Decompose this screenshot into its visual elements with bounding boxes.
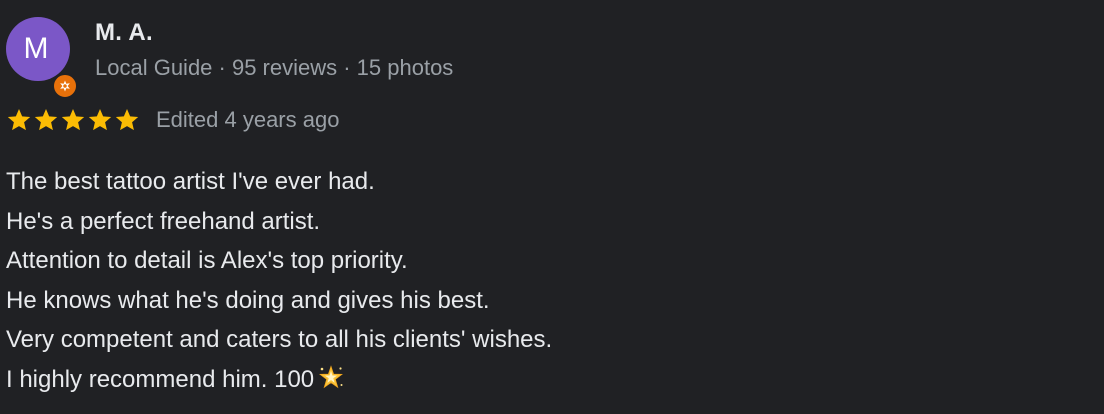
glowing-star-icon [318, 364, 344, 391]
review-line: Attention to detail is Alex's top priori… [6, 247, 408, 274]
star-icon [6, 107, 32, 133]
reviewer-name[interactable]: M. A. [95, 19, 153, 47]
review-line: Very competent and caters to all his cli… [6, 326, 553, 353]
review-date: Edited 4 years ago [156, 107, 340, 132]
review-line: The best tattoo artist I've ever had. [6, 168, 375, 195]
avatar-letter: M [23, 32, 49, 65]
review-line: He's a perfect freehand artist. [6, 207, 321, 235]
star-icon [60, 107, 86, 133]
review-line-text: I highly recommend him. 100 [6, 365, 315, 393]
star-icon [33, 107, 59, 133]
review-text: The best tattoo artist I've ever had. He… [6, 162, 1086, 399]
star-icon [87, 107, 113, 133]
review-line-last: I highly recommend him. 100 [6, 360, 1086, 400]
review-card: M M. A. Local Guide · 95 reviews · 15 ph… [0, 0, 1104, 414]
avatar[interactable]: M [6, 17, 78, 99]
reviewer-meta: Local Guide · 95 reviews · 15 photos [95, 55, 454, 80]
star-icon [114, 107, 140, 133]
rating-row: Edited 4 years ago [6, 105, 339, 135]
local-guide-badge-icon [52, 73, 78, 99]
review-line: He knows what he's doing and gives his b… [6, 286, 490, 314]
star-rating [6, 107, 140, 133]
